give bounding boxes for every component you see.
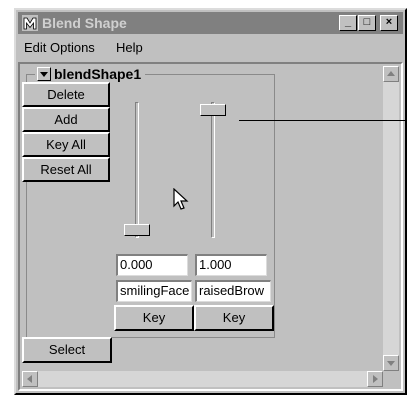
title-bar[interactable]: Blend Shape _ □ × [18,12,403,34]
minimize-button[interactable]: _ [339,15,357,31]
smilingface-name-field[interactable]: smilingFace [116,280,192,302]
add-button[interactable]: Add [22,107,110,132]
mouse-cursor-icon [173,188,189,210]
close-icon: × [385,16,393,28]
scroll-left-button[interactable] [22,371,38,387]
scroll-right-arrow-icon [373,375,378,383]
smilingface-slider-track[interactable] [135,102,139,238]
menu-help[interactable]: Help [116,40,143,55]
maya-app-icon [22,15,38,31]
scroll-right-button[interactable] [367,371,383,387]
raisedbrow-slider-track[interactable] [211,102,215,238]
blend-shape-window: Blend Shape _ □ × Edit Options Help blen… [14,8,407,395]
menu-options[interactable]: Options [50,40,95,55]
delete-button[interactable]: Delete [22,82,110,107]
raisedbrow-weight-field[interactable]: 1.000 [195,254,267,276]
smilingface-weight-field[interactable]: 0.000 [116,254,188,276]
minimize-icon: _ [344,16,352,28]
collapse-triangle-icon [40,72,48,77]
collapse-button[interactable] [37,67,51,81]
scroll-up-arrow-icon [387,71,395,76]
menu-edit[interactable]: Edit [24,40,46,55]
horizontal-scrollbar[interactable] [22,371,383,387]
key-all-button[interactable]: Key All [22,132,110,157]
select-button[interactable]: Select [22,337,112,363]
scroll-down-button[interactable] [383,355,399,371]
blendshape-node-name: blendShape1 [54,66,142,82]
raisedbrow-key-button[interactable]: Key [194,305,274,331]
window-title: Blend Shape [42,15,127,31]
scroll-up-button[interactable] [383,66,399,82]
raisedbrow-name-field[interactable]: raisedBrow [195,280,271,302]
smilingface-slider-thumb[interactable] [124,224,150,236]
vertical-scrollbar[interactable] [383,66,399,371]
reset-all-button[interactable]: Reset All [22,157,110,182]
scroll-corner [383,371,399,387]
scroll-panel: blendShape1 Delete Add Key All Reset All… [18,62,403,391]
maximize-icon: □ [363,16,371,28]
scroll-down-arrow-icon [387,361,395,366]
smilingface-key-button[interactable]: Key [114,305,194,331]
raisedbrow-slider-thumb[interactable] [200,104,226,116]
close-button[interactable]: × [380,15,398,31]
scroll-left-arrow-icon [27,375,32,383]
maximize-button[interactable]: □ [358,15,376,31]
callout-line [239,120,407,121]
